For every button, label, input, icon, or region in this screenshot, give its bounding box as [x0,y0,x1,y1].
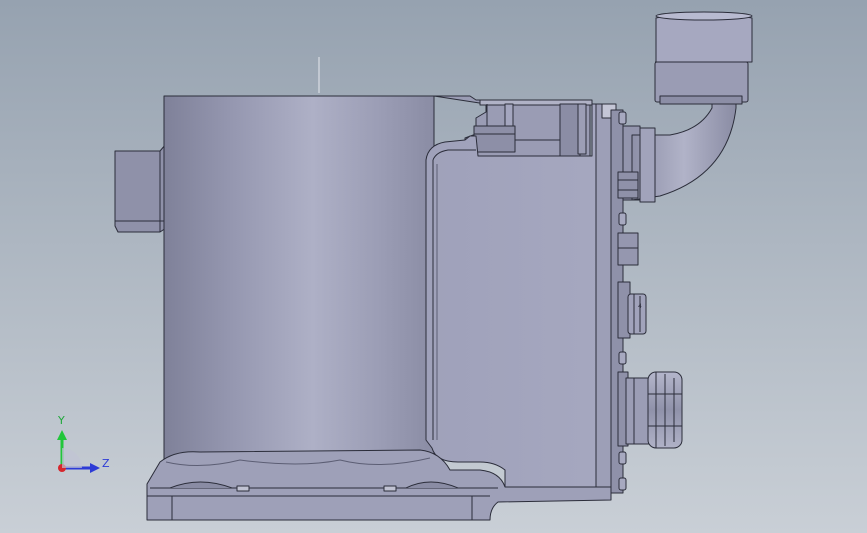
graphics-viewport[interactable]: 4 Y Z [0,0,867,533]
z-axis-label: Z [102,457,110,470]
electronics-housing[interactable] [425,103,612,488]
svg-text:4: 4 [638,303,642,310]
left-connector-block[interactable] [114,143,167,233]
main-cylinder[interactable] [163,95,435,462]
model-canvas[interactable]: 4 [0,0,867,533]
cable-gland[interactable] [617,371,683,449]
upper-small-connector[interactable] [617,232,639,266]
y-axis-label: Y [58,414,65,427]
